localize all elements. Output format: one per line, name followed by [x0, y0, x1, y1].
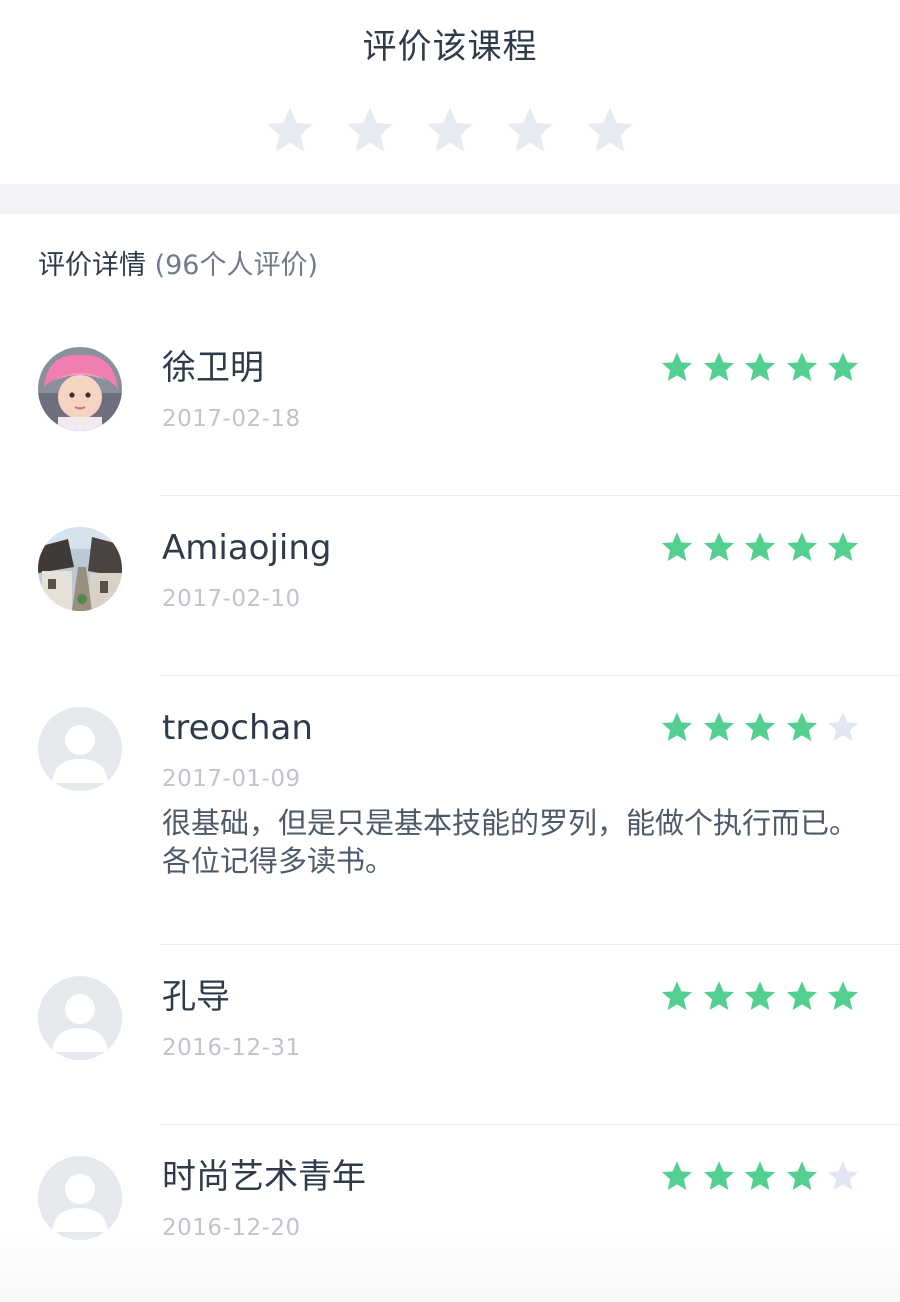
rating-star-icon: [743, 1159, 777, 1193]
review-comment: 很基础，但是只是基本技能的罗列，能做个执行而已。各位记得多读书。: [162, 806, 859, 878]
review-rating: [660, 350, 860, 384]
user-avatar[interactable]: [38, 347, 122, 431]
course-review-page: 评价该课程 评价详情 (96个人评价) 徐卫明 2017-02-18 Amiao…: [0, 0, 900, 1302]
rate-star-1-icon[interactable]: [264, 104, 316, 156]
rate-star-5-icon[interactable]: [584, 104, 636, 156]
rating-star-icon: [702, 979, 736, 1013]
rating-star-icon: [702, 350, 736, 384]
rating-star-icon: [826, 979, 860, 1013]
reviews-count: (96个人评价): [154, 250, 319, 281]
rating-star-icon: [660, 1159, 694, 1193]
rate-star-3-icon[interactable]: [424, 104, 476, 156]
rate-star-4-icon[interactable]: [504, 104, 556, 156]
default-avatar-icon[interactable]: [38, 1156, 122, 1240]
review-date: 2017-02-18: [162, 406, 301, 432]
review-username[interactable]: treochan: [162, 704, 313, 752]
rate-star-2-icon[interactable]: [344, 104, 396, 156]
rating-star-icon: [826, 530, 860, 564]
rating-star-icon: [826, 350, 860, 384]
review-rating: [660, 979, 860, 1013]
review-username[interactable]: Amiaojing: [162, 524, 332, 572]
rating-star-icon: [743, 710, 777, 744]
review-rating: [660, 1159, 860, 1193]
review-item: 时尚艺术青年 2016-12-20: [0, 1125, 900, 1302]
rating-star-icon: [826, 1159, 860, 1193]
section-divider: [0, 184, 900, 214]
review-username[interactable]: 徐卫明: [162, 344, 264, 392]
rating-star-icon: [702, 1159, 736, 1193]
default-avatar-icon[interactable]: [38, 707, 122, 791]
rating-star-icon: [660, 710, 694, 744]
rating-star-icon: [702, 530, 736, 564]
rating-star-icon: [785, 1159, 819, 1193]
default-avatar-icon[interactable]: [38, 976, 122, 1060]
review-date: 2017-01-09: [162, 766, 301, 792]
review-date: 2016-12-31: [162, 1035, 301, 1061]
rating-star-icon: [785, 710, 819, 744]
review-rating: [660, 530, 860, 564]
review-item: treochan 2017-01-09 很基础，但是只是基本技能的罗列，能做个执…: [0, 676, 900, 945]
rate-course-title: 评价该课程: [362, 27, 538, 67]
rate-course-section: 评价该课程: [0, 0, 900, 184]
user-avatar[interactable]: [38, 527, 122, 611]
reviews-header: 评价详情 (96个人评价): [0, 214, 900, 316]
review-item: 徐卫明 2017-02-18: [0, 316, 900, 496]
review-date: 2016-12-20: [162, 1215, 301, 1241]
review-item: Amiaojing 2017-02-10: [0, 496, 900, 676]
reviews-heading-label: 评价详情: [38, 250, 146, 281]
rating-star-icon: [785, 350, 819, 384]
rate-star-picker: [264, 104, 636, 156]
rating-star-icon: [660, 350, 694, 384]
review-username[interactable]: 孔导: [162, 973, 230, 1021]
reviews-heading: 评价详情 (96个人评价): [38, 246, 318, 286]
review-item: 孔导 2016-12-31: [0, 945, 900, 1125]
rating-star-icon: [660, 530, 694, 564]
rating-star-icon: [785, 530, 819, 564]
review-rating: [660, 710, 860, 744]
rating-star-icon: [785, 979, 819, 1013]
rating-star-icon: [660, 979, 694, 1013]
rating-star-icon: [743, 979, 777, 1013]
rating-star-icon: [702, 710, 736, 744]
review-username[interactable]: 时尚艺术青年: [162, 1153, 366, 1201]
rating-star-icon: [743, 530, 777, 564]
rating-star-icon: [743, 350, 777, 384]
review-date: 2017-02-10: [162, 586, 301, 612]
rating-star-icon: [826, 710, 860, 744]
